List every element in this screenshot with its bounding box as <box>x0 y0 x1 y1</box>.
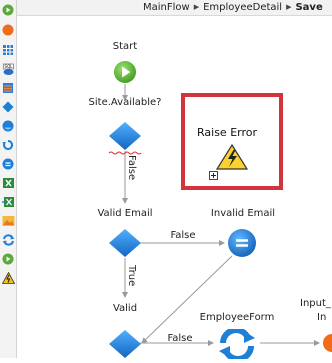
assign-icon[interactable] <box>0 156 16 172</box>
partial-node-icon[interactable] <box>322 333 332 357</box>
destination-icon[interactable] <box>0 251 16 267</box>
false-branch-label: False <box>126 155 137 181</box>
valid-email-label: Valid Email <box>97 208 153 219</box>
excel-icon[interactable] <box>0 175 16 191</box>
breadcrumb-separator-icon: ▶ <box>193 3 200 11</box>
input-label-line2: In <box>317 312 327 323</box>
start-node-icon[interactable] <box>113 60 137 88</box>
foreach-icon[interactable] <box>0 137 16 153</box>
if-site-available-icon[interactable] <box>108 121 142 155</box>
assign-invalid-email-icon[interactable] <box>227 228 257 262</box>
breadcrumb: MainFlow ▶ EmployeeDetail ▶ Save <box>17 0 332 16</box>
flow-canvas[interactable]: Start Site.Available? False Raise Error … <box>17 16 332 362</box>
site-available-label: Site.Available? <box>88 97 162 108</box>
excel-import-icon[interactable] <box>0 194 16 210</box>
false-branch-label: False <box>167 333 193 344</box>
end-icon[interactable] <box>0 22 16 38</box>
if-blue-icon[interactable] <box>0 118 16 134</box>
raise-error-highlight <box>181 93 283 190</box>
toolbox: SQL <box>0 0 17 358</box>
sql-icon[interactable]: SQL <box>0 61 16 77</box>
if-icon[interactable] <box>0 99 16 115</box>
svg-text:SQL: SQL <box>4 64 13 69</box>
flow-connectors <box>108 84 320 346</box>
false-branch-label: False <box>170 230 196 241</box>
breadcrumb-item-employeedetail[interactable]: EmployeeDetail <box>203 2 282 13</box>
valid-label: Valid <box>112 303 138 314</box>
true-branch-label: True <box>126 265 137 287</box>
if-valid-email-icon[interactable] <box>108 228 142 262</box>
refresh-icon[interactable] <box>0 232 16 248</box>
start-icon[interactable] <box>0 2 16 18</box>
raise-error-icon[interactable] <box>0 270 16 286</box>
raise-error-label: Raise Error <box>197 126 258 139</box>
employee-form-label: EmployeeForm <box>199 312 275 323</box>
image-icon[interactable] <box>0 213 16 229</box>
data-icon[interactable] <box>0 80 16 96</box>
aggregate-icon[interactable] <box>0 42 16 58</box>
start-label: Start <box>112 41 138 52</box>
invalid-email-label: Invalid Email <box>210 208 276 219</box>
breadcrumb-item-mainflow[interactable]: MainFlow <box>143 2 190 13</box>
breadcrumb-separator-icon: ▶ <box>286 3 292 11</box>
raise-error-node-icon[interactable] <box>215 143 249 174</box>
expand-icon[interactable] <box>209 165 218 184</box>
breadcrumb-item-current[interactable]: Save <box>295 2 322 13</box>
input-label: Input_ <box>300 298 331 309</box>
